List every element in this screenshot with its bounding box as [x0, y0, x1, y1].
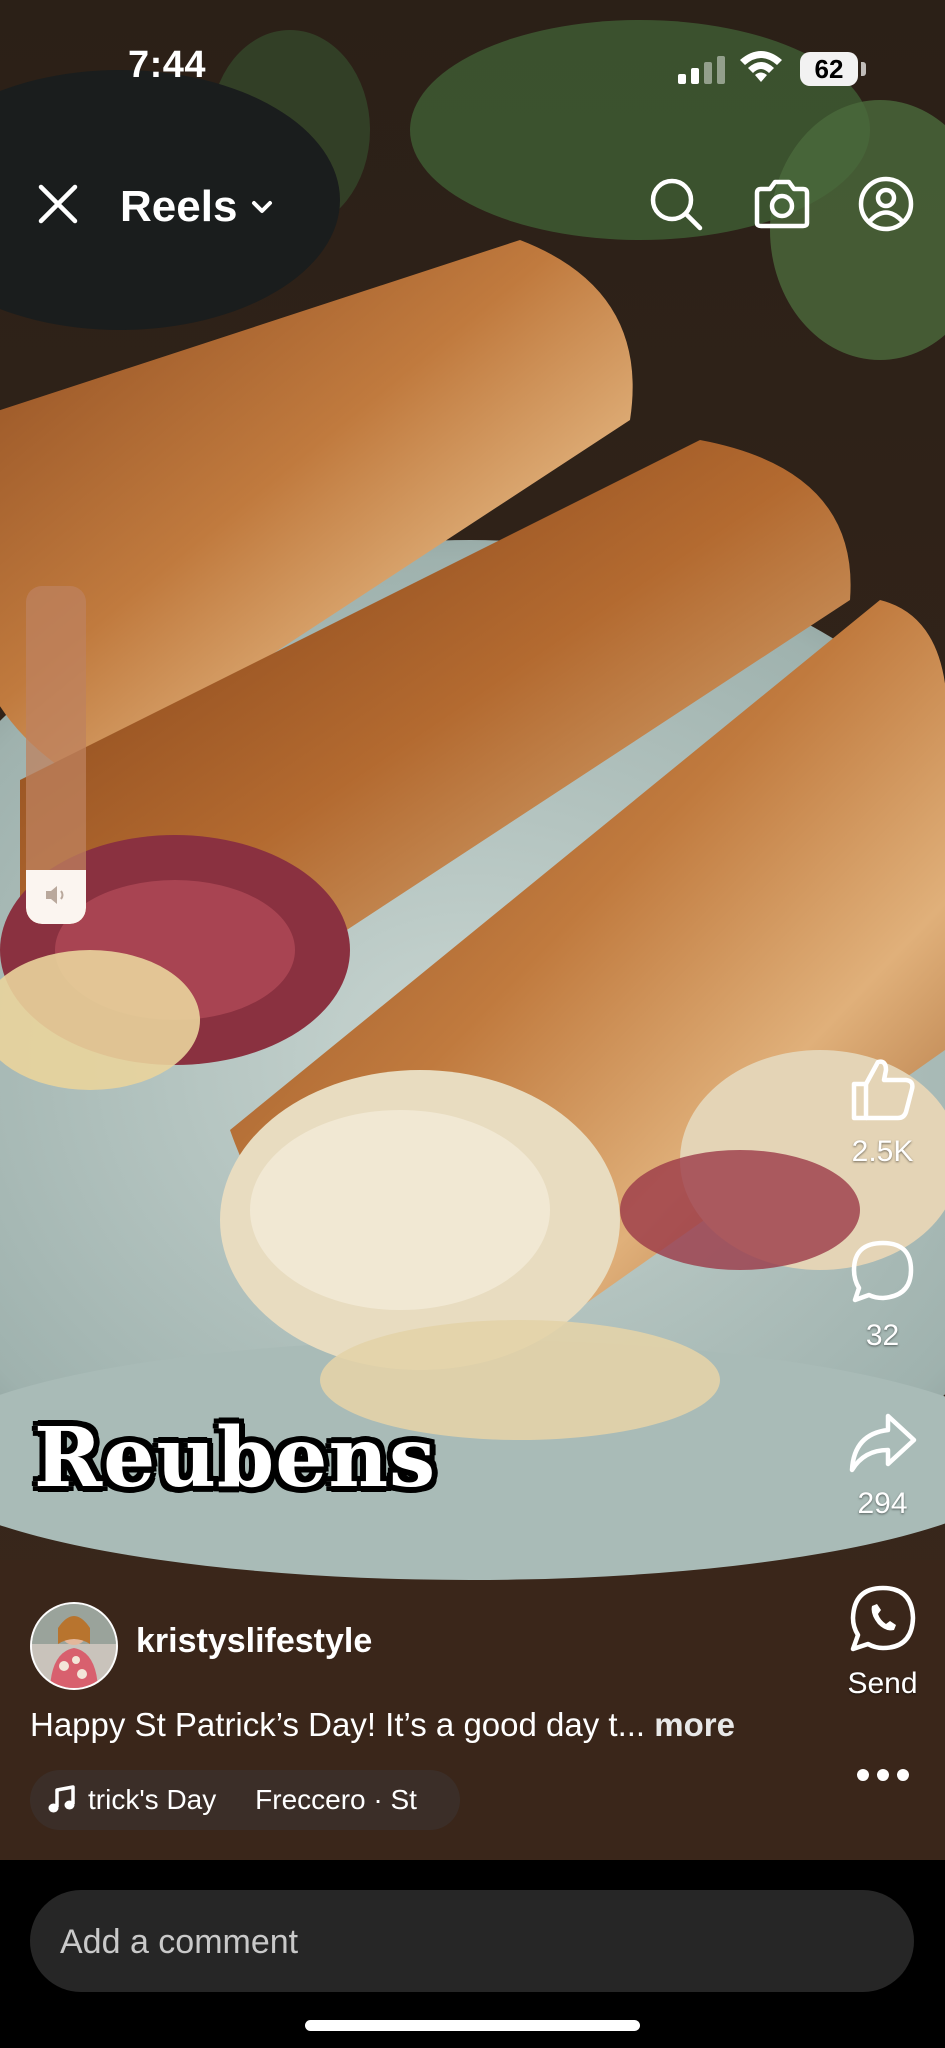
video-overlay-title: Reubens [34, 1410, 437, 1506]
comment-button[interactable]: 32 [830, 1238, 935, 1353]
reels-header: Reels [0, 170, 945, 240]
more-options-button[interactable] [850, 1760, 916, 1790]
whatsapp-icon [850, 1585, 915, 1652]
thumbs-up-icon [851, 1059, 915, 1121]
more-horizontal-icon [857, 1769, 909, 1781]
camera-button[interactable] [750, 174, 814, 234]
creator-username[interactable]: kristyslifestyle [136, 1622, 372, 1661]
caption[interactable]: Happy St Patrick’s Day! It’s a good day … [30, 1706, 735, 1744]
wifi-icon [740, 51, 782, 82]
send-whatsapp-button[interactable]: Send [830, 1584, 935, 1701]
share-button[interactable]: 294 [830, 1410, 935, 1521]
send-label: Send [847, 1667, 918, 1700]
search-button[interactable] [646, 174, 706, 234]
music-note-icon [48, 1785, 75, 1813]
volume-slider[interactable] [26, 586, 86, 924]
comment-field-container [30, 1890, 914, 1994]
reel-video[interactable] [0, 0, 945, 1860]
comment-bubble-icon [851, 1240, 913, 1303]
share-arrow-icon [849, 1413, 916, 1473]
close-button[interactable] [32, 178, 84, 230]
page-title: Reels [120, 182, 238, 231]
profile-icon [858, 176, 914, 232]
comment-input[interactable] [58, 1890, 882, 1994]
cellular-signal-icon [678, 56, 725, 84]
caption-text: Happy St Patrick’s Day! It’s a good day … [30, 1706, 646, 1743]
home-indicator [305, 2020, 640, 2031]
close-icon [38, 184, 78, 224]
battery-cap [861, 62, 866, 76]
food-image [0, 0, 945, 1860]
camera-icon [754, 179, 810, 229]
profile-button[interactable] [856, 174, 916, 234]
speaker-icon [46, 886, 64, 904]
audio-track-name: trick's Day Freccero · St [88, 1784, 417, 1815]
audio-track-pill[interactable]: trick's Day Freccero · St [30, 1770, 460, 1830]
avatar-image [32, 1604, 116, 1688]
reels-dropdown[interactable]: Reels [120, 182, 273, 232]
share-count: 294 [857, 1487, 908, 1520]
comment-count: 32 [865, 1319, 900, 1352]
status-bar: 7:44 62 [0, 0, 945, 120]
search-icon [650, 178, 703, 231]
avatar[interactable] [30, 1602, 118, 1690]
caption-more-link[interactable]: more [654, 1706, 735, 1743]
status-time: 7:44 [128, 44, 207, 86]
like-count: 2.5K [851, 1135, 914, 1168]
bottom-bar [0, 1860, 945, 2048]
like-button[interactable]: 2.5K [830, 1056, 935, 1169]
chevron-down-icon [252, 201, 273, 213]
battery-indicator: 62 [800, 52, 858, 86]
